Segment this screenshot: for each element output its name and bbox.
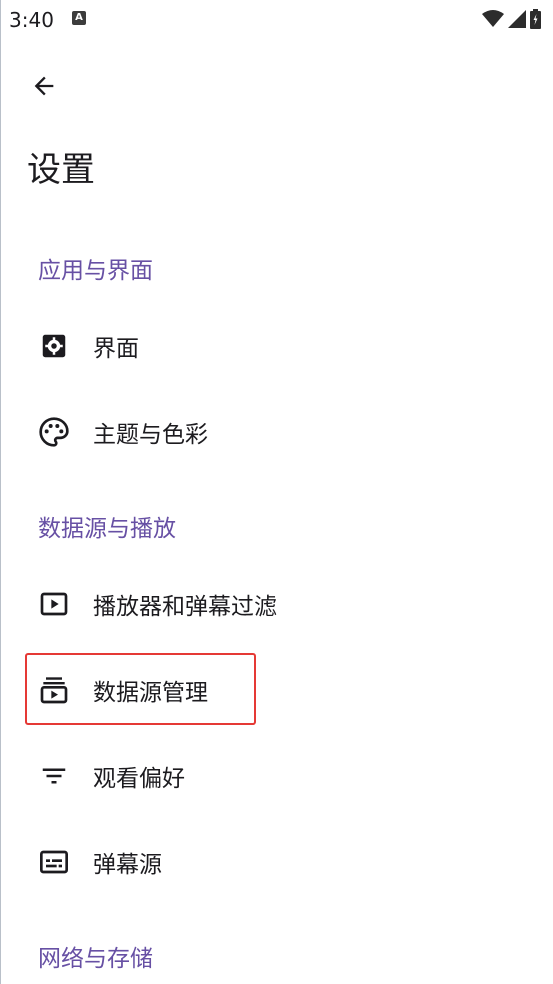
section-header-network-storage: 网络与存储 [38, 946, 153, 972]
page-title: 设置 [27, 150, 95, 190]
settings-box-icon [37, 329, 71, 363]
back-button[interactable] [24, 66, 64, 106]
cell-signal-icon [508, 10, 526, 28]
status-time: 3:40 [9, 8, 54, 32]
section-header-app-interface: 应用与界面 [38, 258, 153, 284]
wifi-icon [482, 10, 504, 27]
settings-item-data-source-management[interactable]: 数据源管理 [24, 655, 529, 725]
window-edge [0, 0, 1, 984]
battery-icon [530, 9, 541, 29]
settings-item-label: 弹幕源 [93, 852, 162, 878]
settings-item-label: 观看偏好 [93, 766, 185, 792]
arrow-back-icon [34, 76, 54, 96]
filter-list-icon [37, 759, 71, 793]
settings-item-theme-colors[interactable]: 主题与色彩 [24, 397, 529, 467]
settings-item-label: 界面 [93, 336, 139, 362]
subscriptions-icon [37, 673, 71, 707]
status-bar: 3:40 A [0, 0, 553, 40]
notification-icon: A [72, 11, 86, 25]
settings-item-label: 主题与色彩 [93, 422, 208, 448]
settings-item-interface[interactable]: 界面 [24, 311, 529, 381]
play-box-icon [37, 587, 71, 621]
settings-item-label: 数据源管理 [93, 680, 208, 706]
settings-item-watch-preferences[interactable]: 观看偏好 [24, 741, 529, 811]
settings-item-player-danmaku-filter[interactable]: 播放器和弹幕过滤 [24, 569, 529, 639]
status-icons [482, 9, 541, 29]
settings-item-danmaku-source[interactable]: 弹幕源 [24, 827, 529, 897]
settings-item-label: 播放器和弹幕过滤 [93, 594, 277, 620]
palette-icon [37, 415, 71, 449]
subtitles-icon [37, 845, 71, 879]
section-header-data-playback: 数据源与播放 [38, 516, 176, 542]
